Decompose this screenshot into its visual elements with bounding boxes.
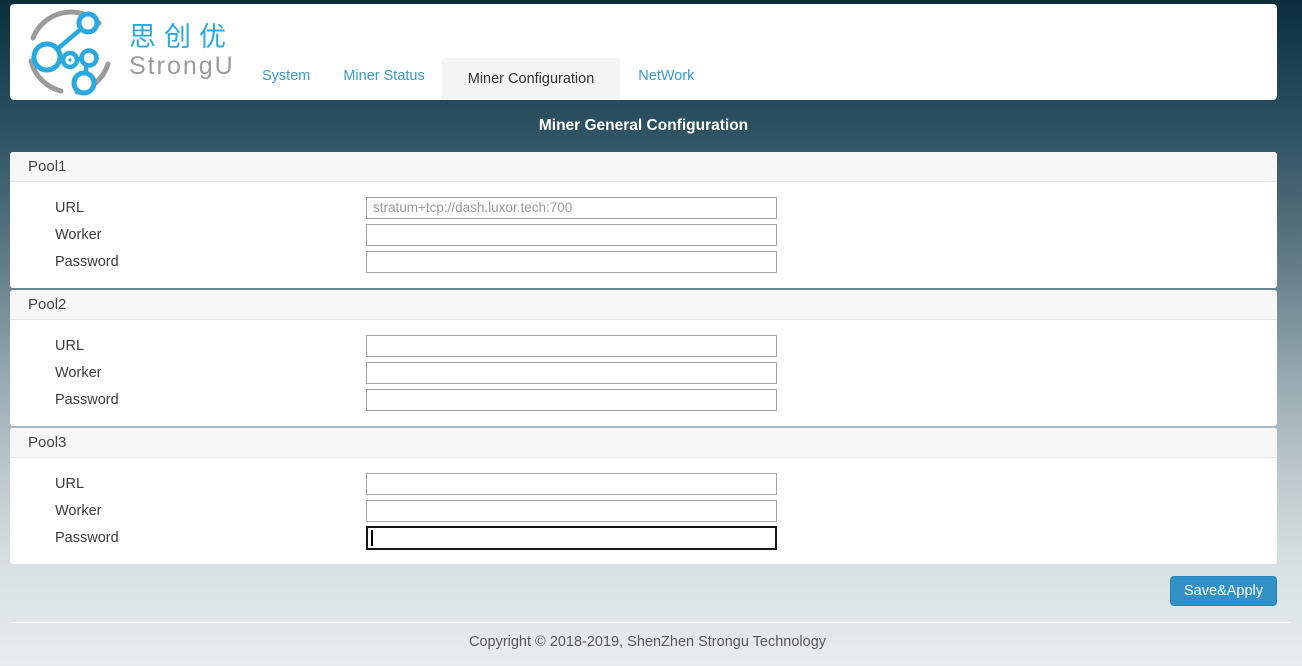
pool1-worker-row: Worker bbox=[10, 221, 1277, 248]
nav-item-miner-configuration-active[interactable]: Miner Configuration bbox=[442, 58, 621, 100]
pool1-body: URL Worker Password bbox=[10, 182, 1277, 288]
pool3-url-label: URL bbox=[55, 476, 366, 492]
strongu-network-icon bbox=[25, 6, 115, 96]
nav-item-system[interactable]: System bbox=[262, 69, 310, 100]
pool3-url-row: URL bbox=[10, 470, 1277, 497]
pool2-password-row: Password bbox=[10, 386, 1277, 413]
brand-name-chinese: 思创优 bbox=[129, 22, 235, 52]
pool2-panel: Pool2 URL Worker Password bbox=[10, 290, 1277, 426]
save-apply-button[interactable]: Save&Apply bbox=[1170, 576, 1277, 606]
pool1-url-input[interactable] bbox=[366, 197, 777, 219]
pool3-url-input[interactable] bbox=[366, 473, 777, 495]
pool3-password-input-focused[interactable] bbox=[366, 526, 777, 550]
pool2-worker-label: Worker bbox=[55, 365, 366, 381]
pool3-panel: Pool3 URL Worker Password bbox=[10, 428, 1277, 564]
pool3-worker-row: Worker bbox=[10, 497, 1277, 524]
brand-logo: 思创优 StrongU bbox=[25, 6, 235, 96]
footer-divider bbox=[12, 622, 1290, 623]
pool3-worker-input[interactable] bbox=[366, 500, 777, 522]
nav-item-miner-status[interactable]: Miner Status bbox=[343, 69, 424, 100]
pool3-body: URL Worker Password bbox=[10, 458, 1277, 564]
pool1-password-label: Password bbox=[55, 254, 366, 270]
page-title: Miner General Configuration bbox=[0, 117, 1287, 135]
pool3-password-label: Password bbox=[55, 530, 366, 546]
pool3-worker-label: Worker bbox=[55, 503, 366, 519]
pool2-header: Pool2 bbox=[10, 290, 1277, 320]
pool2-url-label: URL bbox=[55, 338, 366, 354]
pool3-password-row: Password bbox=[10, 524, 1277, 551]
footer-copyright: Copyright © 2018-2019, ShenZhen Strongu … bbox=[0, 634, 1295, 650]
text-cursor-caret bbox=[371, 530, 373, 546]
pool2-password-input[interactable] bbox=[366, 389, 777, 411]
header-card: 思创优 StrongU System Miner Status Miner Co… bbox=[10, 4, 1277, 100]
pool2-url-input[interactable] bbox=[366, 335, 777, 357]
pool2-worker-row: Worker bbox=[10, 359, 1277, 386]
pool1-password-row: Password bbox=[10, 248, 1277, 275]
pool1-password-input[interactable] bbox=[366, 251, 777, 273]
pool2-body: URL Worker Password bbox=[10, 320, 1277, 426]
pool2-url-row: URL bbox=[10, 332, 1277, 359]
pool1-url-label: URL bbox=[55, 200, 366, 216]
nav-item-network[interactable]: NetWork bbox=[638, 69, 694, 100]
main-nav: System Miner Status Miner Configuration … bbox=[262, 58, 694, 100]
pool3-header: Pool3 bbox=[10, 428, 1277, 458]
pool1-worker-label: Worker bbox=[55, 227, 366, 243]
brand-name-english: StrongU bbox=[129, 52, 235, 80]
pool2-password-label: Password bbox=[55, 392, 366, 408]
pool1-panel: Pool1 URL Worker Password bbox=[10, 152, 1277, 288]
pool1-header: Pool1 bbox=[10, 152, 1277, 182]
pool1-url-row: URL bbox=[10, 194, 1277, 221]
pool-config-panels: Pool1 URL Worker Password Pool2 URL bbox=[10, 152, 1277, 566]
brand-text: 思创优 StrongU bbox=[129, 22, 235, 80]
pool1-worker-input[interactable] bbox=[366, 224, 777, 246]
pool2-worker-input[interactable] bbox=[366, 362, 777, 384]
